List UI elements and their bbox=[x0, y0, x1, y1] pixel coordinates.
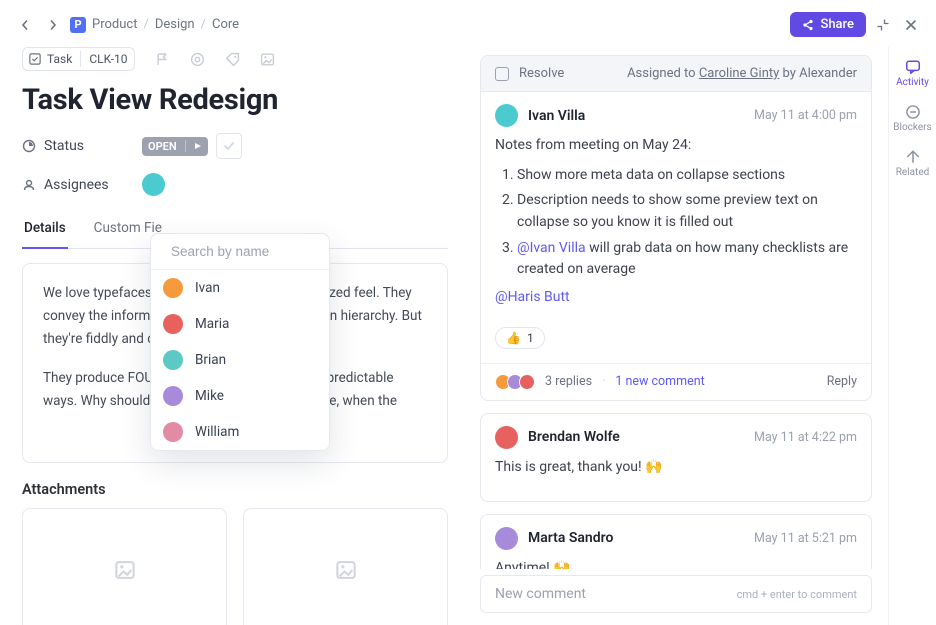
chevron-left-icon bbox=[20, 20, 30, 30]
nav-back-button[interactable] bbox=[14, 14, 36, 36]
status-icon bbox=[22, 139, 36, 153]
avatar-stack bbox=[495, 374, 535, 390]
collapse-icon bbox=[877, 19, 889, 31]
assignee-dropdown: Ivan Maria Brian Mike William bbox=[150, 233, 330, 451]
attachment-placeholder[interactable] bbox=[243, 508, 448, 625]
comment-thread: Resolve Assigned to Caroline Ginty by Al… bbox=[480, 55, 872, 401]
share-button[interactable]: Share bbox=[790, 12, 866, 37]
mention[interactable]: @Haris Butt bbox=[495, 289, 570, 305]
list-item: Show more meta data on collapse sections bbox=[517, 165, 857, 187]
check-icon bbox=[223, 140, 235, 152]
breadcrumb: P Product / Design / Core bbox=[70, 17, 239, 33]
reaction-pill[interactable]: 👍 1 bbox=[495, 327, 545, 349]
person-icon bbox=[22, 178, 36, 192]
assignee-option[interactable]: William bbox=[151, 414, 329, 450]
list-item: @Ivan Villa will grab data on how many c… bbox=[517, 238, 857, 281]
rail-tab-blockers[interactable]: Blockers bbox=[893, 104, 931, 133]
tab-details[interactable]: Details bbox=[22, 214, 68, 248]
avatar bbox=[163, 422, 183, 442]
page-title: Task View Redesign bbox=[22, 83, 448, 117]
avatar bbox=[163, 278, 183, 298]
assignee-search-input[interactable] bbox=[171, 244, 330, 259]
image-icon[interactable] bbox=[260, 52, 275, 67]
rail-tab-activity[interactable]: Activity bbox=[896, 59, 929, 88]
resolve-checkbox[interactable] bbox=[495, 67, 509, 81]
comment-time: May 11 at 5:21 pm bbox=[754, 531, 857, 546]
comment-text: This is great, thank you! 🙌 bbox=[495, 457, 857, 479]
status-label: Status bbox=[44, 138, 84, 154]
comment-thread: Brendan Wolfe May 11 at 4:22 pm This is … bbox=[480, 413, 872, 502]
image-icon bbox=[335, 559, 357, 581]
close-button[interactable] bbox=[900, 14, 922, 36]
assignee-option[interactable]: Mike bbox=[151, 378, 329, 414]
new-comment-input[interactable]: New comment cmd + enter to comment bbox=[480, 575, 872, 613]
share-icon bbox=[802, 19, 814, 31]
chevron-right-icon bbox=[48, 20, 58, 30]
avatar bbox=[495, 426, 518, 449]
flag-icon[interactable] bbox=[155, 52, 170, 67]
comment-author: Marta Sandro bbox=[528, 530, 613, 546]
list-item: Description needs to show some preview t… bbox=[517, 190, 857, 233]
image-icon bbox=[114, 559, 136, 581]
assignee-avatar[interactable] bbox=[142, 173, 165, 196]
comment-text: Anytime! 🙌 bbox=[495, 558, 857, 570]
attachments-heading: Attachments bbox=[22, 481, 448, 498]
status-badge[interactable]: OPEN bbox=[142, 137, 208, 156]
play-icon bbox=[194, 142, 202, 150]
resolve-label: Resolve bbox=[519, 66, 564, 81]
breadcrumb-item[interactable]: Core bbox=[212, 17, 239, 32]
comment-author: Ivan Villa bbox=[528, 108, 585, 124]
new-comment-count[interactable]: 1 new comment bbox=[615, 374, 704, 389]
task-id-pill[interactable]: Task CLK-10 bbox=[22, 47, 135, 71]
tag-icon[interactable] bbox=[225, 52, 240, 67]
avatar bbox=[163, 350, 183, 370]
related-icon bbox=[905, 149, 921, 165]
reply-button[interactable]: Reply bbox=[827, 374, 857, 389]
comment-text: Notes from meeting on May 24: bbox=[495, 135, 857, 157]
complete-checkbox[interactable] bbox=[216, 133, 242, 159]
thread-assigned-to: Assigned to Caroline Ginty by Alexander bbox=[627, 66, 857, 81]
nav-forward-button[interactable] bbox=[42, 14, 64, 36]
comment-time: May 11 at 4:22 pm bbox=[754, 430, 857, 445]
breadcrumb-item[interactable]: Product bbox=[92, 17, 137, 32]
assignee-option[interactable]: Ivan bbox=[151, 270, 329, 306]
assignee-option[interactable]: Maria bbox=[151, 306, 329, 342]
reply-count: 3 replies bbox=[545, 374, 592, 389]
collapse-button[interactable] bbox=[872, 14, 894, 36]
keyboard-hint: cmd + enter to comment bbox=[737, 588, 857, 601]
comment-thread: Marta Sandro May 11 at 5:21 pm Anytime! … bbox=[480, 514, 872, 570]
breadcrumb-item[interactable]: Design bbox=[155, 17, 195, 32]
block-icon bbox=[905, 104, 921, 120]
attachment-placeholder[interactable] bbox=[22, 508, 227, 625]
close-icon bbox=[905, 19, 917, 31]
comment-time: May 11 at 4:00 pm bbox=[754, 108, 857, 123]
avatar bbox=[163, 314, 183, 334]
mention[interactable]: @Ivan Villa bbox=[517, 240, 586, 256]
assignees-label: Assignees bbox=[44, 177, 109, 193]
chat-icon bbox=[905, 59, 921, 75]
mention-icon[interactable] bbox=[190, 52, 205, 67]
comment-list: Show more meta data on collapse sections… bbox=[495, 165, 857, 281]
avatar bbox=[163, 386, 183, 406]
assignee-option[interactable]: Brian bbox=[151, 342, 329, 378]
task-icon bbox=[29, 53, 41, 65]
avatar bbox=[495, 104, 518, 127]
comment-author: Brendan Wolfe bbox=[528, 429, 620, 445]
workspace-logo: P bbox=[70, 17, 86, 33]
rail-tab-related[interactable]: Related bbox=[896, 149, 930, 178]
avatar bbox=[495, 527, 518, 550]
